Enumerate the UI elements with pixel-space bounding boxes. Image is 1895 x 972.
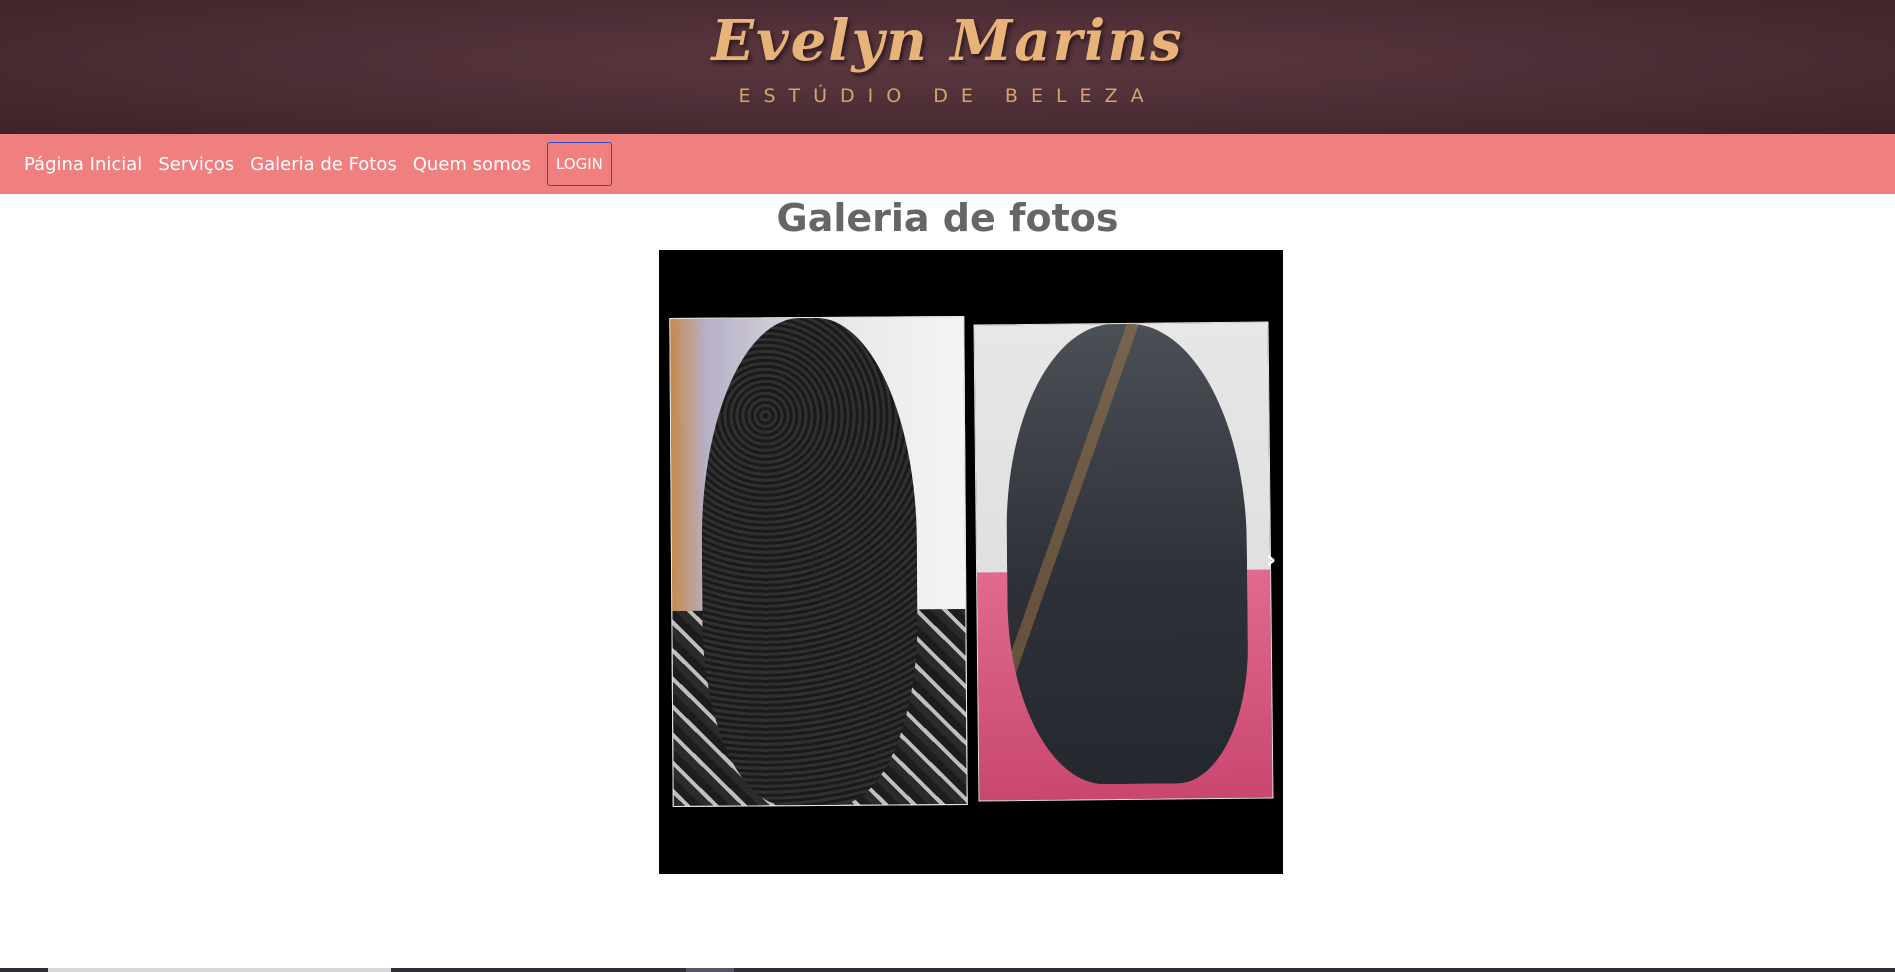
main-navbar: Página Inicial Serviços Galeria de Fotos… bbox=[0, 134, 1895, 194]
chevron-right-icon[interactable]: › bbox=[1259, 540, 1283, 580]
taskbar-strip bbox=[0, 968, 1895, 972]
taskbar-segment bbox=[686, 968, 734, 972]
taskbar-segment bbox=[48, 968, 391, 972]
site-header: Evelyn Marins ESTÚDIO DE BELEZA bbox=[0, 0, 1895, 134]
brand-logo-subtitle: ESTÚDIO DE BELEZA bbox=[738, 85, 1157, 107]
nav-link-home[interactable]: Página Inicial bbox=[24, 154, 142, 175]
gallery-photo-curly-hair bbox=[669, 315, 968, 808]
photo-hair-curly bbox=[700, 317, 919, 806]
nav-link-gallery[interactable]: Galeria de Fotos bbox=[250, 154, 397, 175]
login-button[interactable]: LOGIN bbox=[547, 142, 612, 186]
photo-hair-straight bbox=[1004, 322, 1250, 786]
gallery-photo-straight-hair bbox=[973, 321, 1274, 802]
nav-link-services[interactable]: Serviços bbox=[158, 154, 234, 175]
nav-link-about[interactable]: Quem somos bbox=[413, 154, 531, 175]
brand-logo-title: Evelyn Marins bbox=[711, 8, 1184, 74]
page-title: Galeria de fotos bbox=[776, 196, 1119, 240]
photo-carousel[interactable]: › bbox=[659, 250, 1283, 874]
